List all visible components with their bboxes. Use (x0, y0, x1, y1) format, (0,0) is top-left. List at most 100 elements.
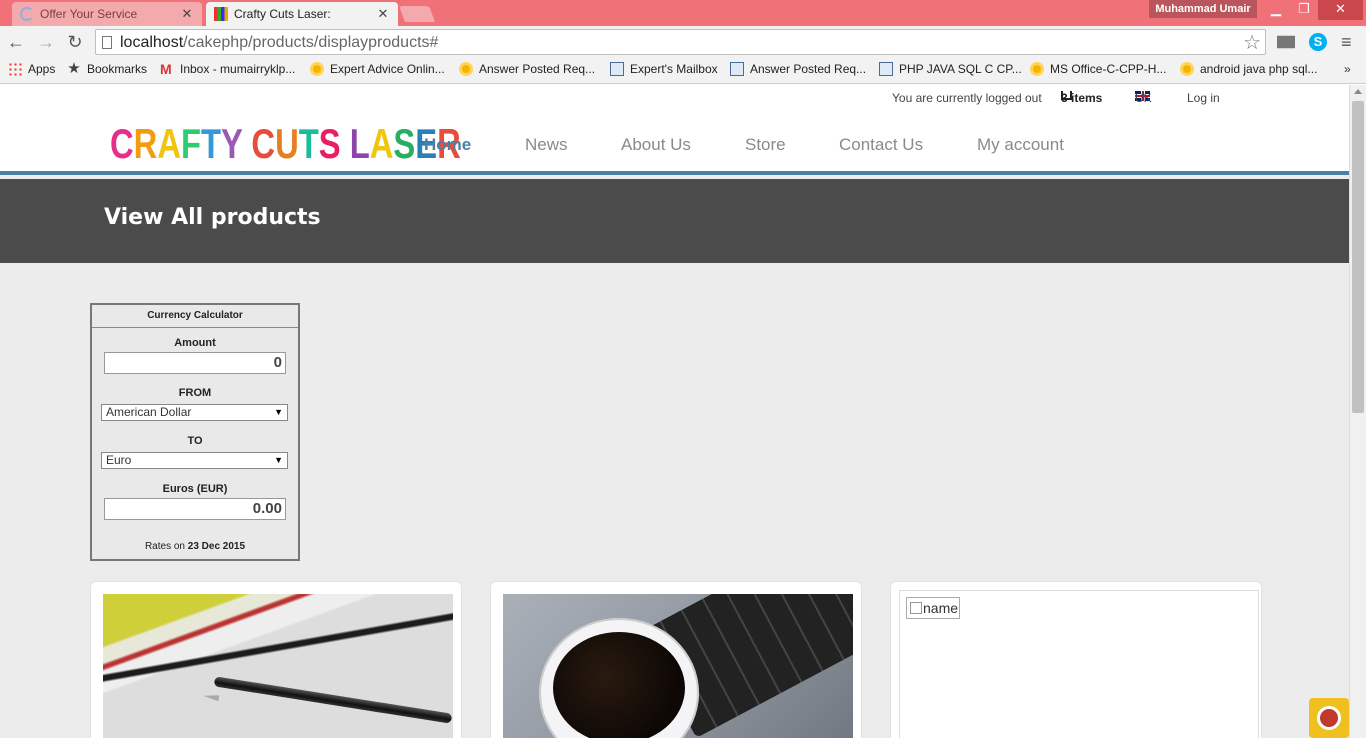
product-image-notebook-pen[interactable] (103, 594, 453, 738)
dropdown-caret-icon: ▼ (274, 407, 283, 417)
bookmark-php-java[interactable]: PHP JAVA SQL C CP... (879, 62, 1022, 76)
star-icon: ★ (67, 60, 81, 77)
product-image-coffee-cup[interactable] (503, 594, 853, 738)
scroll-up-arrow-icon[interactable] (1354, 89, 1362, 94)
new-tab-button[interactable] (399, 6, 435, 22)
product-card[interactable] (490, 581, 862, 738)
dropdown-caret-icon: ▼ (274, 455, 283, 465)
page-title-band: View All products (0, 179, 1349, 263)
result-output[interactable]: 0.00 (104, 498, 286, 520)
web-page: You are currently logged out 3 items UK … (0, 85, 1349, 738)
bookmark-label: Inbox - mumairryklp... (180, 62, 296, 76)
nav-news[interactable]: News (525, 135, 568, 155)
reload-icon[interactable]: ↻ (63, 30, 87, 54)
url-text[interactable]: localhost/cakephp/products/displayproduc… (120, 34, 438, 52)
logo-letter: T (298, 120, 319, 167)
url-path: /cakephp/products/displayproducts# (183, 34, 439, 51)
rates-date-value: 23 Dec 2015 (187, 541, 246, 552)
window-close-icon[interactable]: ✕ (1318, 0, 1363, 20)
logo-letter: L (349, 120, 370, 167)
result-label: Euros (EUR) (162, 483, 228, 495)
bookmark-label: MS Office-C-CPP-H... (1050, 62, 1167, 76)
pen-shape (213, 676, 453, 724)
address-bar[interactable]: localhost/cakephp/products/displayproduc… (95, 29, 1266, 55)
url-host: localhost (120, 34, 184, 51)
bookmark-bookmarks[interactable]: ★ Bookmarks (67, 60, 147, 77)
from-currency-select[interactable]: American Dollar ▼ (101, 404, 288, 421)
site-logo[interactable]: CRAFTY CUTS LASER (110, 121, 461, 167)
to-label: TO (187, 435, 203, 447)
bookmarks-bar: Apps ★ Bookmarks M Inbox - mumairryklp... … (0, 58, 1366, 84)
logo-letter: C (110, 120, 134, 167)
currency-calculator: Currency Calculator Amount 0 FROM Americ… (90, 303, 300, 561)
to-currency-select[interactable]: Euro ▼ (101, 452, 288, 469)
gmail-icon: M (160, 61, 172, 77)
nav-home[interactable]: Home (424, 135, 471, 155)
bookmarks-overflow-icon[interactable]: » (1344, 62, 1351, 76)
amount-input[interactable]: 0 (104, 352, 286, 374)
broken-image-icon[interactable]: name (906, 597, 960, 619)
product-card[interactable]: name (890, 581, 1262, 738)
chat-bubble-icon (1317, 706, 1341, 730)
rates-prefix: Rates on (144, 541, 185, 552)
nav-about-us[interactable]: About Us (621, 135, 691, 155)
bookmark-label: PHP JAVA SQL C CP... (899, 62, 1022, 76)
from-currency-value: American Dollar (106, 405, 192, 419)
tab-close-icon[interactable]: ✕ (180, 6, 194, 22)
chat-widget-icon[interactable] (1309, 698, 1349, 738)
logo-letter: C (251, 120, 276, 167)
profile-user-badge[interactable]: Muhammad Umair (1149, 0, 1257, 18)
bookmark-android-java[interactable]: android java php sql... (1180, 62, 1317, 76)
bookmark-label: Answer Posted Req... (479, 62, 596, 76)
logo-letter (341, 120, 350, 167)
tab-offer-your-service[interactable]: Offer Your Service ✕ (12, 2, 202, 26)
logo-letter: S (393, 120, 416, 167)
apps-icon (8, 62, 22, 76)
bookmark-answer-posted-2[interactable]: Answer Posted Req... (730, 62, 866, 76)
bookmark-apps[interactable]: Apps (8, 62, 55, 76)
tab-title: Offer Your Service (40, 7, 138, 21)
logo-letter: A (157, 120, 182, 167)
browser-toolbar: ← → ↻ localhost/cakephp/products/display… (0, 26, 1366, 58)
mail-icon[interactable] (1277, 35, 1295, 49)
bookmark-answer-posted-1[interactable]: Answer Posted Req... (459, 62, 595, 76)
maximize-icon[interactable]: ❐ (1290, 0, 1318, 20)
tab-close-icon[interactable]: ✕ (376, 6, 390, 22)
sun-icon (1180, 62, 1194, 76)
page-icon (610, 62, 624, 76)
product-card[interactable] (90, 581, 462, 738)
bookmark-star-icon[interactable]: ☆ (1243, 30, 1261, 55)
back-arrow-icon[interactable]: ← (4, 30, 28, 54)
logo-letter: A (369, 120, 394, 167)
login-status: You are currently logged out (892, 91, 1042, 105)
page-icon (730, 62, 744, 76)
page-scrollbar[interactable] (1349, 85, 1366, 738)
bookmark-experts-mailbox[interactable]: Expert's Mailbox (610, 62, 718, 76)
from-label: FROM (178, 387, 212, 399)
scrollbar-thumb[interactable] (1352, 101, 1364, 413)
menu-icon[interactable]: ≡ (1341, 33, 1359, 51)
bookmark-label: Expert Advice Onlin... (330, 62, 445, 76)
sun-icon (310, 62, 324, 76)
nav-contact-us[interactable]: Contact Us (839, 135, 923, 155)
page-title: View All products (104, 205, 321, 230)
page-icon (879, 62, 893, 76)
minimize-icon[interactable]: ▁ (1262, 0, 1290, 20)
bookmark-inbox[interactable]: M Inbox - mumairryklp... (160, 62, 295, 76)
bookmark-ms-office[interactable]: MS Office-C-CPP-H... (1030, 62, 1166, 76)
pen-tip-shape (203, 693, 220, 701)
logo-letter (242, 120, 251, 167)
tab-crafty-cuts[interactable]: Crafty Cuts Laser: ✕ (206, 2, 398, 26)
nav-my-account[interactable]: My account (977, 135, 1064, 155)
bookmark-label: Apps (28, 62, 56, 76)
sun-icon (459, 62, 473, 76)
calculator-title: Currency Calculator (92, 305, 298, 328)
image-alt-text: name (923, 600, 959, 616)
bookmark-label: Expert's Mailbox (630, 62, 718, 76)
login-link[interactable]: Log in (1187, 91, 1220, 105)
nav-store[interactable]: Store (745, 135, 786, 155)
logo-letter: S (318, 120, 341, 167)
bookmark-expert-advice[interactable]: Expert Advice Onlin... (310, 62, 445, 76)
forward-arrow-icon[interactable]: → (34, 30, 58, 54)
skype-icon[interactable]: S (1309, 33, 1327, 51)
